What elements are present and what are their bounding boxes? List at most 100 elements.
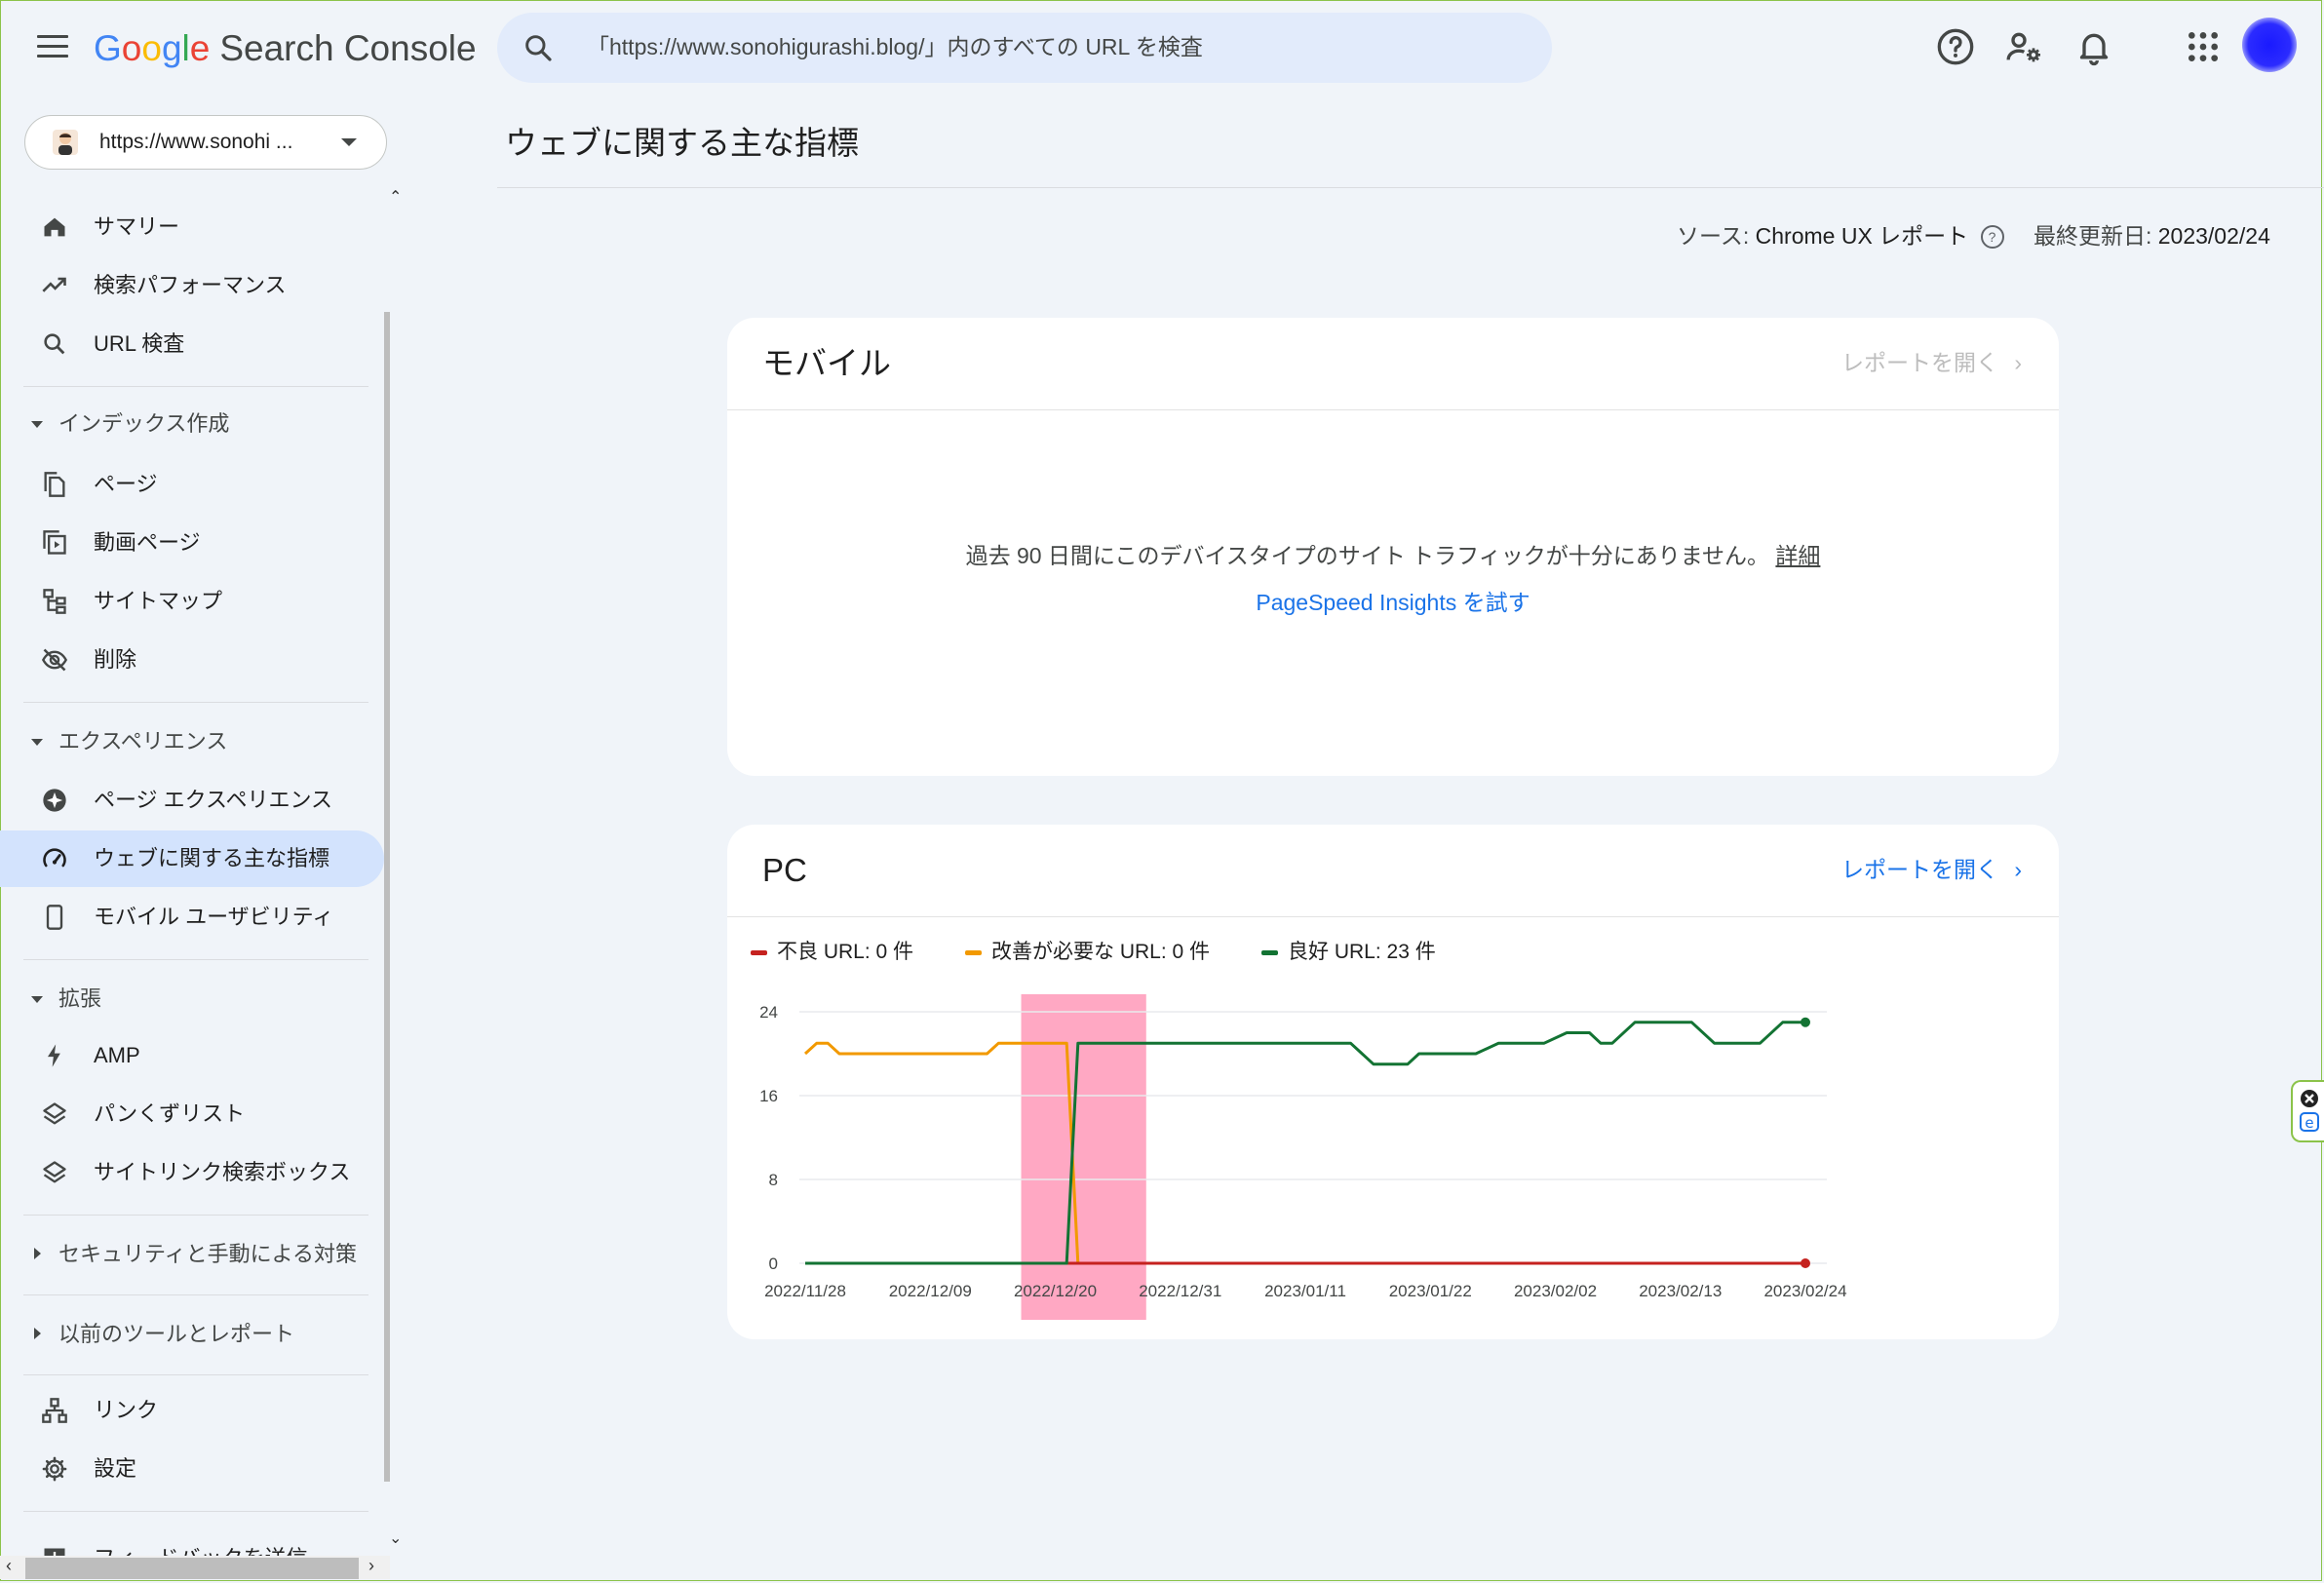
series-end-point[interactable] bbox=[1801, 1017, 1810, 1027]
page-experience-icon bbox=[43, 789, 66, 812]
nav-breadcrumbs[interactable]: パンくずリスト bbox=[0, 1086, 384, 1142]
collapse-arrow-icon bbox=[31, 421, 43, 428]
pagespeed-insights-link[interactable]: PageSpeed Insights を試す bbox=[727, 587, 2059, 618]
x-tick-label: 2022/12/31 bbox=[1139, 1282, 1221, 1300]
nav-divider bbox=[23, 1215, 368, 1216]
source-label: ソース: bbox=[1677, 223, 1750, 249]
nav-label: AMP bbox=[94, 1043, 140, 1067]
help-icon[interactable]: ? bbox=[1980, 225, 2004, 249]
section-security[interactable]: セキュリティと手動による対策 bbox=[0, 1234, 384, 1277]
notifications-icon[interactable] bbox=[2074, 27, 2113, 66]
links-tree-icon bbox=[42, 1398, 67, 1423]
nav-url-inspection[interactable]: URL 検査 bbox=[0, 316, 384, 372]
x-tick-label: 2023/01/11 bbox=[1264, 1282, 1346, 1300]
title-divider bbox=[497, 187, 2324, 188]
search-input[interactable]: 「https://www.sonohigurashi.blog/」内のすべての … bbox=[587, 30, 1203, 63]
nav-label: サイトリンク検索ボックス bbox=[94, 1160, 351, 1184]
nav-core-web-vitals[interactable]: ウェブに関する主な指標 bbox=[0, 830, 384, 887]
details-link[interactable]: 詳細 bbox=[1775, 543, 1820, 568]
mobile-card-title: モバイル bbox=[762, 345, 891, 381]
logo-letter: o bbox=[141, 28, 162, 68]
nav-links[interactable]: リンク bbox=[0, 1382, 384, 1439]
nav-summary[interactable]: サマリー bbox=[0, 199, 384, 255]
logo-letter: g bbox=[161, 28, 182, 68]
gear-icon bbox=[42, 1456, 67, 1482]
help-icon[interactable] bbox=[1936, 27, 1975, 66]
nav-divider bbox=[23, 702, 368, 703]
bolt-icon bbox=[48, 1044, 60, 1067]
nav-settings[interactable]: 設定 bbox=[0, 1441, 384, 1497]
nav-divider bbox=[23, 1374, 368, 1375]
search-icon bbox=[44, 333, 65, 355]
source-info: ソース: Chrome UX レポート ? 最終更新日: 2023/02/24 bbox=[1677, 220, 2270, 251]
expand-arrow-icon bbox=[34, 1328, 41, 1339]
layers-icon bbox=[43, 1161, 66, 1183]
section-label: エクスペリエンス bbox=[58, 729, 228, 753]
nav-page-experience[interactable]: ページ エクスペリエンス bbox=[0, 772, 384, 829]
series-end-point[interactable] bbox=[1801, 1258, 1810, 1268]
y-tick-label: 16 bbox=[759, 1087, 778, 1105]
search-icon bbox=[525, 35, 552, 61]
main-menu-icon[interactable] bbox=[37, 35, 68, 58]
scroll-left-arrow-icon[interactable]: ‹ bbox=[6, 1556, 12, 1576]
sidebar: https://www.sonohi ... サマリー 検索パフォーマンス UR… bbox=[0, 97, 390, 1583]
nav-label: ウェブに関する主な指標 bbox=[94, 846, 330, 870]
sidebar-scrollbar[interactable] bbox=[384, 312, 390, 1482]
section-enhancements[interactable]: 拡張 bbox=[0, 979, 384, 1022]
property-url: https://www.sonohi ... bbox=[99, 131, 293, 153]
edge-extension-icon[interactable]: e bbox=[2300, 1112, 2319, 1132]
nav-pages[interactable]: ページ bbox=[0, 456, 384, 513]
speed-gauge-icon bbox=[43, 848, 66, 868]
property-avatar bbox=[53, 130, 78, 155]
section-label: セキュリティと手動による対策 bbox=[58, 1242, 358, 1266]
search-console-logo[interactable]: Google Search Console bbox=[94, 27, 477, 70]
nav-label: URL 検査 bbox=[94, 331, 185, 356]
logo-letter: l bbox=[181, 28, 190, 68]
series-line-good[interactable] bbox=[805, 1021, 1805, 1265]
url-inspection-search[interactable]: 「https://www.sonohigurashi.blog/」内のすべての … bbox=[497, 13, 1552, 83]
apps-grid-icon[interactable] bbox=[2184, 27, 2223, 66]
section-index[interactable]: インデックス作成 bbox=[0, 404, 384, 446]
pc-status-chart[interactable]: 0 8 16 24 2022/11/28 2022/12/09 2022/12/20 2022… bbox=[727, 825, 2059, 1339]
nav-label: パンくずリスト bbox=[94, 1101, 246, 1126]
x-tick-label: 2023/01/22 bbox=[1389, 1282, 1472, 1300]
user-settings-icon[interactable] bbox=[2004, 27, 2043, 66]
nav-performance[interactable]: 検索パフォーマンス bbox=[0, 257, 384, 314]
account-avatar[interactable] bbox=[2242, 18, 2297, 72]
mobile-card: モバイル レポートを開く › 過去 90 日間にこのデバイスタイプのサイト トラ… bbox=[727, 318, 2059, 776]
extension-side-panel[interactable]: e bbox=[2291, 1080, 2324, 1142]
sitemap-icon bbox=[43, 589, 66, 614]
nav-divider bbox=[23, 1511, 368, 1512]
logo-letter: G bbox=[94, 28, 122, 68]
updated-label: 最終更新日: bbox=[2033, 223, 2152, 249]
nav-mobile-usability[interactable]: モバイル ユーザビリティ bbox=[0, 889, 384, 946]
y-tick-label: 24 bbox=[759, 1003, 778, 1022]
x-tick-label: 2023/02/13 bbox=[1639, 1282, 1722, 1300]
mobile-open-report-link[interactable]: レポートを開く › bbox=[1841, 347, 2022, 378]
scroll-right-arrow-icon[interactable]: › bbox=[368, 1556, 374, 1576]
nav-label: モバイル ユーザビリティ bbox=[94, 905, 334, 929]
nav-label: リンク bbox=[94, 1398, 159, 1422]
updated-value: 2023/02/24 bbox=[2157, 223, 2270, 249]
nav-sitemaps[interactable]: サイトマップ bbox=[0, 573, 384, 630]
scroll-up-arrow-icon[interactable]: ⌃ bbox=[389, 187, 402, 207]
smartphone-icon bbox=[46, 905, 63, 930]
nav-video-pages[interactable]: 動画ページ bbox=[0, 515, 384, 571]
horizontal-scroll-thumb[interactable] bbox=[25, 1558, 359, 1579]
pc-card: PC レポートを開く › 不良 URL: 0 件 改善が必要な URL: 0 件… bbox=[727, 825, 2059, 1339]
nav-sitelinks-searchbox[interactable]: サイトリンク検索ボックス bbox=[0, 1144, 384, 1201]
x-tick-label: 2022/11/28 bbox=[764, 1282, 846, 1300]
nav-removals[interactable]: 削除 bbox=[0, 632, 384, 688]
section-legacy[interactable]: 以前のツールとレポート bbox=[0, 1314, 384, 1357]
layers-icon bbox=[43, 1102, 66, 1125]
x-tick-label: 2022/12/09 bbox=[889, 1282, 972, 1300]
scroll-down-arrow-icon[interactable]: ⌄ bbox=[389, 1528, 402, 1548]
series-line-needs-improvement[interactable] bbox=[803, 1041, 1805, 1265]
property-selector[interactable]: https://www.sonohi ... bbox=[24, 115, 387, 170]
logo-letter: o bbox=[121, 28, 142, 68]
section-experience[interactable]: エクスペリエンス bbox=[0, 721, 384, 764]
nav-label: サマリー bbox=[94, 214, 180, 239]
nav-amp[interactable]: AMP bbox=[0, 1027, 384, 1084]
x-tick-label: 2022/12/20 bbox=[1014, 1282, 1097, 1300]
close-icon[interactable] bbox=[2301, 1090, 2318, 1107]
